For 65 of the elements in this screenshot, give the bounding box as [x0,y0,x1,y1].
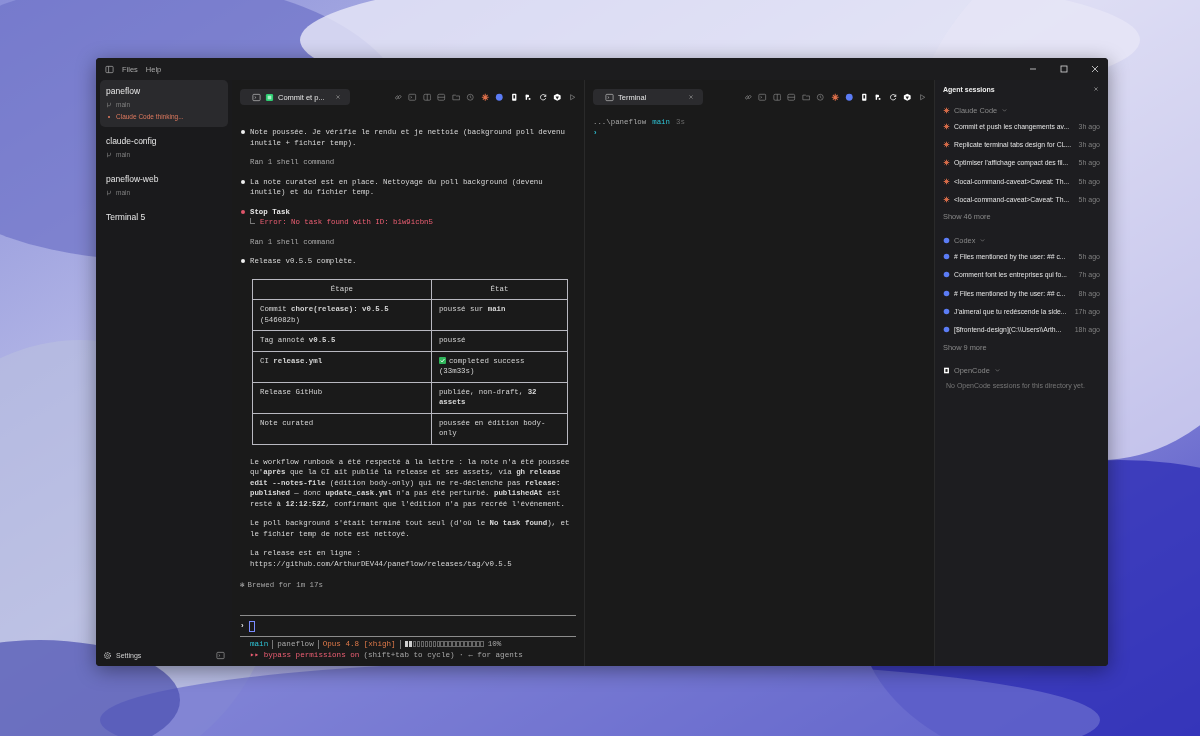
link-icon[interactable] [393,92,402,102]
bullet-icon [241,259,245,263]
branch-icon [106,151,112,158]
document-icon[interactable] [509,92,518,102]
link-icon[interactable] [743,92,752,102]
branch-icon [106,101,112,108]
close-icon[interactable] [1090,64,1100,74]
square-logo-icon [943,367,950,375]
terminal-icon[interactable] [758,92,767,102]
close-icon[interactable] [1092,85,1100,93]
play-icon[interactable] [917,92,926,102]
round-logo-icon [943,253,950,261]
folder-icon[interactable] [801,92,810,102]
document-icon[interactable] [859,92,868,102]
folder-icon[interactable] [451,92,460,102]
history-icon[interactable] [466,92,475,102]
asterisk-icon[interactable] [480,92,489,102]
round-logo-icon[interactable] [495,92,504,102]
columns-icon[interactable] [422,92,431,102]
corner-icon [250,218,255,224]
bullet-icon [241,179,245,184]
asterisk-icon[interactable] [830,92,839,102]
round-logo-icon [943,326,950,334]
project-name: paneflow-web [106,174,160,184]
round-logo-icon [943,271,950,279]
gear-icon [103,651,112,660]
round-logo-icon[interactable] [845,92,854,102]
refresh-icon[interactable] [888,92,897,102]
terminal-icon[interactable] [408,92,417,102]
checkmark-icon [438,356,446,364]
error-bullet-icon [241,209,245,214]
sidebar-toggle-icon[interactable] [105,64,114,74]
caret-icon [979,237,987,244]
project-name: paneflow [106,86,142,96]
refresh-icon[interactable] [538,92,547,102]
history-icon[interactable] [816,92,825,102]
round-logo-icon [943,308,950,315]
rows-icon[interactable] [787,92,796,102]
terminal-icon[interactable] [216,651,225,660]
asterisk-icon [943,159,950,167]
rows-icon[interactable] [437,92,446,102]
bullet-icon [241,130,245,134]
round-logo-icon [943,237,950,244]
asterisk-icon [943,122,950,130]
terminal-icon [605,92,614,102]
letter-mark-icon[interactable] [524,92,533,102]
cube-icon[interactable] [903,92,912,102]
letter-mark-icon[interactable] [874,92,883,102]
play-icon[interactable] [567,92,576,102]
maximize-icon[interactable] [1059,64,1069,74]
cube-icon[interactable] [553,92,562,102]
caret-icon [1001,106,1009,114]
columns-icon[interactable] [772,92,781,102]
project-item[interactable]: Terminal 5 [100,206,228,229]
asterisk-icon [943,140,950,148]
round-logo-icon [943,289,950,297]
activity-square-icon [265,92,274,102]
asterisk-icon [943,106,950,114]
caret-icon [993,367,1001,375]
project-name: claude-config [106,136,158,146]
terminal-icon [252,92,261,102]
asterisk-icon [943,177,950,185]
branch-icon [106,189,112,196]
asterisk-icon [943,195,950,203]
project-name: Terminal 5 [106,212,147,222]
